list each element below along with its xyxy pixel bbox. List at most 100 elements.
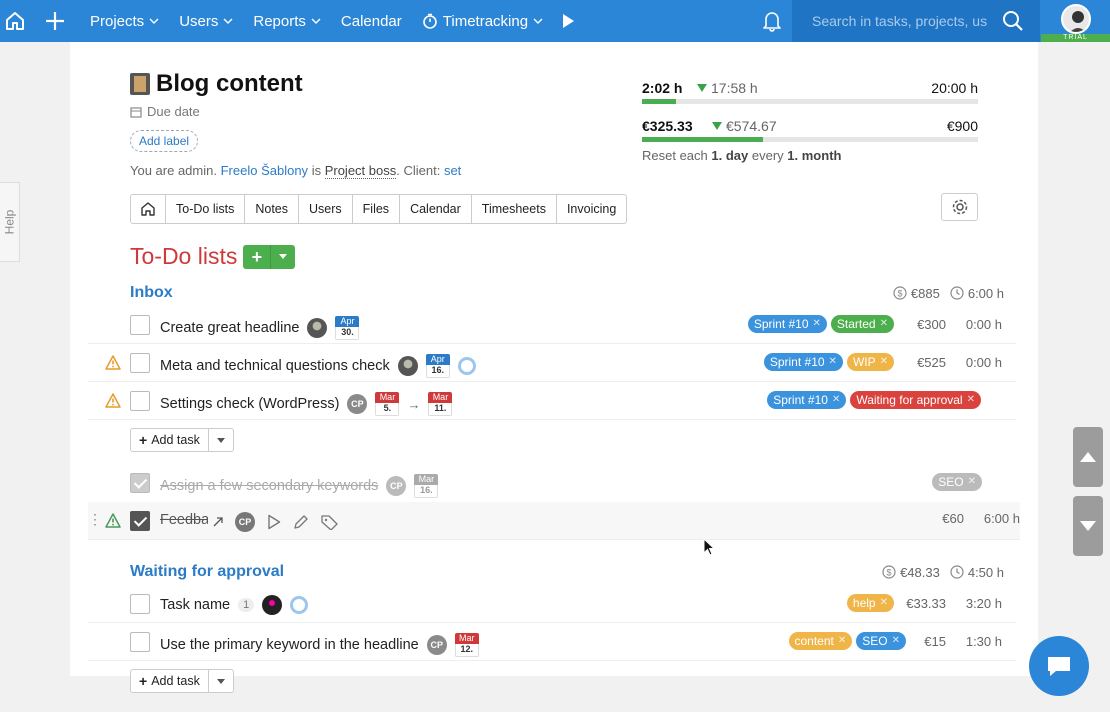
- avatar[interactable]: CP: [235, 512, 255, 532]
- add-task-button[interactable]: + Add task: [131, 670, 209, 692]
- task-checkbox[interactable]: [130, 632, 150, 652]
- search-input[interactable]: [812, 13, 987, 29]
- tag-label: Sprint #10: [773, 393, 828, 407]
- add-task-button[interactable]: + Add task: [131, 429, 209, 451]
- tag-badge[interactable]: Waiting for approval ✕: [850, 391, 981, 409]
- task-name[interactable]: Meta and technical questions check Apr 16…: [160, 354, 476, 378]
- chevron-down-icon[interactable]: [271, 245, 295, 269]
- table-row[interactable]: Create great headline Apr 30. Sprint #10 ✕…: [88, 306, 1016, 344]
- home-icon: [141, 202, 155, 216]
- home-icon[interactable]: [0, 0, 30, 42]
- task-name[interactable]: Task name 1: [160, 595, 309, 615]
- table-row[interactable]: Task name 1 help ✕ €33.33 3:20 h: [88, 585, 1016, 623]
- task-checkbox[interactable]: [130, 353, 150, 373]
- search-icon[interactable]: [1002, 10, 1024, 32]
- due-date-badge[interactable]: Mar 16.: [414, 474, 439, 498]
- task-name[interactable]: Create great headline Apr 30.: [160, 316, 360, 340]
- down-triangle-icon: [697, 84, 707, 92]
- task-name[interactable]: Assign a few secondary keywords CP Mar 16…: [160, 474, 439, 498]
- close-icon[interactable]: ✕: [967, 391, 975, 409]
- avatar[interactable]: CP: [426, 635, 447, 655]
- open-external-icon[interactable]: [213, 517, 223, 527]
- task-name[interactable]: Feedback: [160, 512, 208, 528]
- tag-badge[interactable]: WIP ✕: [846, 353, 894, 371]
- tab-users[interactable]: Users: [299, 195, 353, 223]
- close-icon[interactable]: ✕: [968, 473, 976, 491]
- bell-icon[interactable]: [752, 0, 792, 42]
- play-icon[interactable]: [553, 0, 583, 42]
- table-row[interactable]: Settings check (WordPress) CP Mar 5. → Ma…: [88, 382, 1016, 420]
- start-date-badge[interactable]: Mar 5.: [375, 392, 400, 416]
- close-icon[interactable]: ✕: [838, 632, 846, 650]
- tag-icon[interactable]: [321, 514, 339, 530]
- chat-button[interactable]: [1029, 636, 1089, 696]
- tag-badge[interactable]: Started ✕: [830, 315, 894, 333]
- play-icon[interactable]: [267, 514, 281, 530]
- drag-handle-icon[interactable]: ⋮: [88, 512, 102, 526]
- scroll-down-button[interactable]: [1073, 496, 1103, 556]
- avatar[interactable]: CP: [386, 476, 407, 496]
- chevron-down-icon[interactable]: [209, 429, 233, 451]
- due-date[interactable]: Due date: [130, 104, 200, 119]
- task-checkbox[interactable]: [130, 315, 150, 335]
- task-name[interactable]: Use the primary keyword in the headline …: [160, 633, 479, 657]
- list-name[interactable]: Waiting for approval: [130, 563, 284, 581]
- tab-timesheets[interactable]: Timesheets: [472, 195, 557, 223]
- client-set-link[interactable]: set: [444, 163, 461, 178]
- close-icon[interactable]: ✕: [880, 594, 888, 612]
- avatar[interactable]: [397, 356, 418, 376]
- user-avatar-menu[interactable]: TRIAL: [1041, 0, 1110, 42]
- plus-icon[interactable]: [30, 0, 80, 42]
- add-label-button[interactable]: Add label: [130, 130, 199, 152]
- task-name[interactable]: Settings check (WordPress) CP Mar 5. → Ma…: [160, 392, 453, 416]
- nav-timetracking[interactable]: Timetracking: [412, 0, 553, 42]
- avatar[interactable]: CP: [347, 394, 368, 414]
- close-icon[interactable]: ✕: [880, 315, 888, 333]
- tag-badge[interactable]: Sprint #10 ✕: [767, 391, 847, 409]
- add-list-button[interactable]: +: [243, 244, 296, 269]
- tab-calendar[interactable]: Calendar: [400, 195, 472, 223]
- tab-invoicing[interactable]: Invoicing: [557, 195, 626, 223]
- task-checkbox[interactable]: [130, 473, 150, 493]
- task-checkbox[interactable]: [130, 391, 150, 411]
- settings-button[interactable]: [941, 193, 978, 221]
- nav-users[interactable]: Users: [169, 0, 243, 42]
- tag-badge[interactable]: SEO ✕: [932, 473, 982, 491]
- due-date-badge[interactable]: Apr 30.: [335, 316, 360, 340]
- tag-badge[interactable]: SEO ✕: [856, 632, 906, 650]
- avatar[interactable]: [262, 595, 283, 615]
- nav-projects[interactable]: Projects: [80, 0, 169, 42]
- due-date-badge[interactable]: Apr 16.: [425, 354, 450, 378]
- close-icon[interactable]: ✕: [832, 391, 840, 409]
- nav-reports[interactable]: Reports: [243, 0, 331, 42]
- table-row[interactable]: ⋮ Feedback CP €60 6:00 h: [88, 502, 1020, 540]
- role-link[interactable]: Project boss: [324, 163, 397, 179]
- table-row[interactable]: Meta and technical questions check Apr 16…: [88, 344, 1016, 382]
- nav-calendar[interactable]: Calendar: [331, 0, 412, 42]
- due-date-badge[interactable]: Mar 12.: [454, 633, 479, 657]
- owner-link[interactable]: Freelo Šablony: [221, 163, 308, 178]
- chevron-down-icon[interactable]: [209, 670, 233, 692]
- due-date-badge[interactable]: Mar 11.: [428, 392, 453, 416]
- tag-badge[interactable]: Sprint #10 ✕: [747, 315, 827, 333]
- pencil-icon[interactable]: [293, 514, 309, 530]
- help-tab[interactable]: Help: [0, 182, 20, 262]
- close-icon[interactable]: ✕: [880, 353, 888, 371]
- task-checkbox[interactable]: [130, 594, 150, 614]
- close-icon[interactable]: ✕: [829, 353, 837, 371]
- tab-home[interactable]: [131, 195, 166, 223]
- table-row[interactable]: Assign a few secondary keywords CP Mar 16…: [88, 464, 1016, 502]
- table-row[interactable]: Use the primary keyword in the headline …: [88, 623, 1016, 661]
- tab-notes[interactable]: Notes: [245, 195, 299, 223]
- tab-files[interactable]: Files: [353, 195, 401, 223]
- tab-todo-lists[interactable]: To-Do lists: [166, 195, 246, 223]
- tag-badge[interactable]: content ✕: [788, 632, 853, 650]
- avatar[interactable]: [307, 318, 328, 338]
- list-name[interactable]: Inbox: [130, 284, 173, 302]
- close-icon[interactable]: ✕: [892, 632, 900, 650]
- scroll-up-button[interactable]: [1073, 427, 1103, 487]
- task-checkbox[interactable]: [130, 511, 150, 531]
- close-icon[interactable]: ✕: [813, 315, 821, 333]
- tag-badge[interactable]: Sprint #10 ✕: [763, 353, 843, 371]
- tag-badge[interactable]: help ✕: [846, 594, 894, 612]
